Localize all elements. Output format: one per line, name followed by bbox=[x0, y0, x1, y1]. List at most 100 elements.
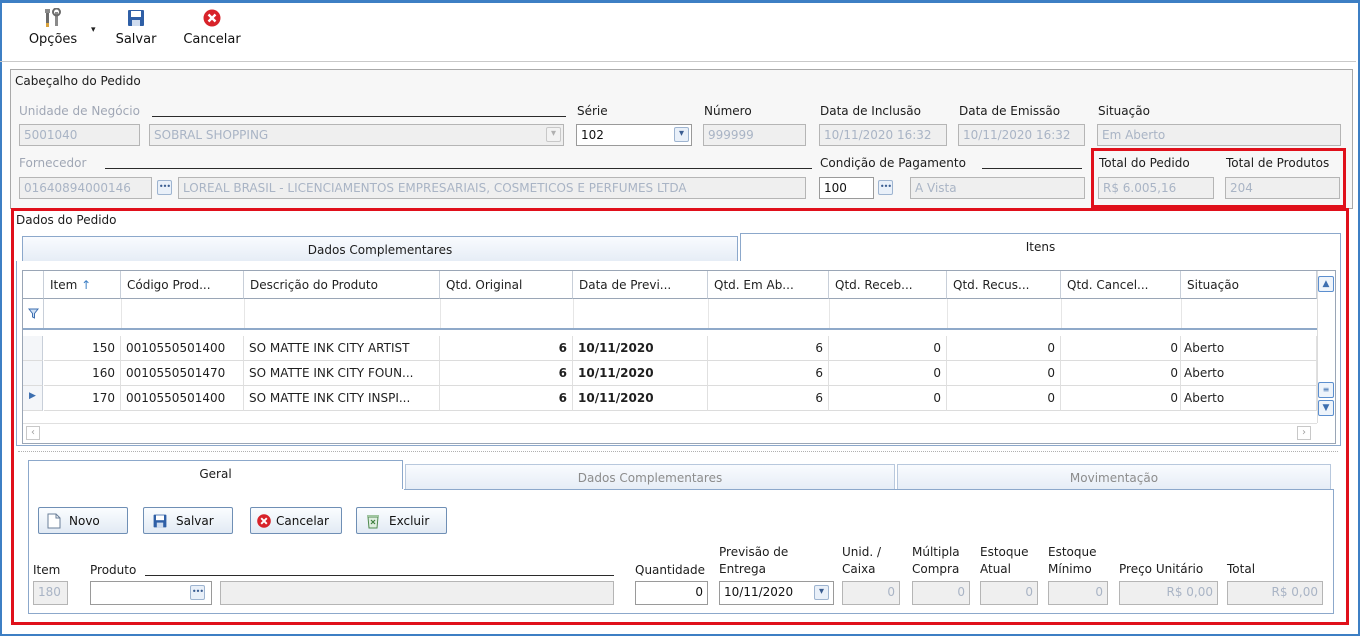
filter-cell bbox=[23, 299, 44, 328]
cancel-item-button[interactable]: Cancelar bbox=[250, 507, 342, 534]
unit-price-field[interactable]: R$ 0,00 bbox=[1119, 581, 1218, 605]
chevron-down-icon[interactable]: ▾ bbox=[546, 127, 561, 142]
cell-open-qty: 6 bbox=[708, 361, 829, 386]
cancel-toolbar-button[interactable]: Cancelar bbox=[173, 8, 251, 58]
save-item-button[interactable]: Salvar bbox=[143, 507, 233, 534]
stock-label-line2: Atual bbox=[980, 562, 1011, 576]
number-field[interactable]: 999999 bbox=[703, 124, 806, 146]
scroll-left-icon[interactable]: ‹ bbox=[26, 426, 40, 440]
tab-dados-complementares[interactable]: Dados Complementares bbox=[22, 236, 738, 262]
delete-item-label: Excluir bbox=[389, 514, 430, 528]
unit-box-field[interactable]: 0 bbox=[842, 581, 900, 605]
red-x-circle-icon bbox=[203, 9, 221, 27]
cell-received-qty: 0 bbox=[829, 336, 947, 361]
options-button[interactable]: Opções bbox=[24, 8, 82, 58]
scroll-thumb-icon[interactable]: ≡ bbox=[1318, 382, 1334, 398]
column-header-forecast-date[interactable]: Data de Previ... bbox=[573, 271, 708, 299]
row-selector[interactable] bbox=[23, 361, 43, 386]
supplier-code-field[interactable]: 01640894000146 bbox=[19, 177, 152, 199]
save-label: Salvar bbox=[115, 32, 157, 47]
horizontal-scrollbar[interactable]: ‹ › bbox=[23, 423, 1317, 443]
splitter[interactable] bbox=[18, 451, 1338, 453]
emission-date-field[interactable]: 10/11/2020 16:32 bbox=[958, 124, 1085, 146]
filter-row[interactable] bbox=[23, 299, 1317, 330]
products-total-field[interactable]: 204 bbox=[1225, 177, 1340, 199]
new-item-button[interactable]: Novo bbox=[38, 507, 128, 534]
cell-description: SO MATTE INK CITY FOUN... bbox=[244, 361, 440, 386]
ellipsis-icon[interactable]: ••• bbox=[878, 180, 893, 195]
column-header-status[interactable]: Situação bbox=[1181, 271, 1317, 299]
item-number-field[interactable]: 180 bbox=[33, 581, 68, 605]
payment-condition-label: Condição de Pagamento bbox=[820, 156, 966, 170]
filter-divider bbox=[121, 299, 122, 328]
tab-item-dados-complementares[interactable]: Dados Complementares bbox=[405, 464, 895, 490]
cell-status: Aberto bbox=[1181, 386, 1317, 411]
row-selector[interactable] bbox=[23, 336, 43, 361]
chevron-down-icon[interactable]: ▾ bbox=[674, 127, 689, 142]
table-row[interactable]: 160 0010550501470 SO MATTE INK CITY FOUN… bbox=[23, 361, 1317, 386]
filter-icon[interactable] bbox=[28, 308, 39, 319]
inclusion-date-field[interactable]: 10/11/2020 16:32 bbox=[819, 124, 947, 146]
red-x-circle-icon bbox=[257, 514, 271, 528]
supplier-name-field[interactable]: LOREAL BRASIL - LICENCIAMENTOS EMPRESARI… bbox=[178, 177, 806, 199]
scroll-up-icon[interactable]: ▲ bbox=[1318, 276, 1334, 292]
min-stock-label-line2: Mínimo bbox=[1048, 562, 1092, 576]
tab-geral[interactable]: Geral bbox=[28, 460, 403, 490]
column-header-code[interactable]: Código Prod... bbox=[121, 271, 244, 299]
total-field[interactable]: R$ 0,00 bbox=[1227, 581, 1323, 605]
options-dropdown-arrow[interactable]: ▾ bbox=[91, 25, 96, 35]
number-label: Número bbox=[704, 104, 752, 118]
business-unit-underline bbox=[152, 116, 566, 117]
payment-name-field[interactable]: A Vista bbox=[910, 177, 1085, 199]
order-total-label: Total do Pedido bbox=[1099, 156, 1190, 170]
business-unit-name-field[interactable]: SOBRAL SHOPPING bbox=[149, 124, 564, 146]
supplier-label: Fornecedor bbox=[19, 156, 87, 170]
column-header-received-qty[interactable]: Qtd. Receb... bbox=[829, 271, 947, 299]
tab-itens[interactable]: Itens bbox=[740, 233, 1341, 262]
stock-field[interactable]: 0 bbox=[980, 581, 1038, 605]
column-header-cancelled-qty[interactable]: Qtd. Cancel... bbox=[1061, 271, 1181, 299]
row-selector[interactable]: ▶ bbox=[23, 386, 43, 411]
status-field[interactable]: Em Aberto bbox=[1097, 124, 1341, 146]
payment-code-field[interactable]: 100 bbox=[819, 177, 874, 199]
order-total-field[interactable]: R$ 6.005,16 bbox=[1098, 177, 1214, 199]
scroll-down-icon[interactable]: ▼ bbox=[1318, 400, 1334, 416]
options-label: Opções bbox=[28, 32, 78, 47]
multiple-field[interactable]: 0 bbox=[912, 581, 970, 605]
ellipsis-icon[interactable]: ••• bbox=[157, 180, 172, 195]
filter-divider bbox=[947, 299, 948, 328]
business-unit-label: Unidade de Negócio bbox=[19, 104, 140, 118]
cell-refused-qty: 0 bbox=[947, 361, 1061, 386]
column-header-item[interactable]: Item ↑ bbox=[44, 271, 121, 299]
cell-code: 0010550501400 bbox=[121, 336, 244, 361]
save-toolbar-button[interactable]: Salvar bbox=[112, 8, 160, 58]
quantity-input[interactable]: 0 bbox=[635, 581, 708, 605]
save-item-label: Salvar bbox=[176, 514, 214, 528]
table-row[interactable]: ▶ 170 0010550501400 SO MATTE INK CITY IN… bbox=[23, 386, 1317, 411]
column-header-refused-qty[interactable]: Qtd. Recus... bbox=[947, 271, 1061, 299]
recycle-bin-icon bbox=[367, 515, 379, 529]
cell-code: 0010550501470 bbox=[121, 361, 244, 386]
min-stock-label-line1: Estoque bbox=[1048, 545, 1097, 559]
scroll-right-icon[interactable]: › bbox=[1297, 426, 1311, 440]
forecast-label-line2: Entrega bbox=[719, 562, 766, 576]
floppy-disk-icon bbox=[153, 514, 167, 528]
cell-status: Aberto bbox=[1181, 361, 1317, 386]
chevron-down-icon[interactable]: ▾ bbox=[814, 585, 829, 600]
inclusion-date-label: Data de Inclusão bbox=[820, 104, 921, 118]
cell-open-qty: 6 bbox=[708, 386, 829, 411]
vertical-scrollbar[interactable]: ▲ ≡ ▼ bbox=[1317, 271, 1335, 423]
column-header-open-qty[interactable]: Qtd. Em Ab... bbox=[708, 271, 829, 299]
min-stock-field[interactable]: 0 bbox=[1048, 581, 1108, 605]
business-unit-code-field[interactable]: 5001040 bbox=[19, 124, 140, 146]
column-header-description[interactable]: Descrição do Produto bbox=[244, 271, 440, 299]
product-description-field[interactable] bbox=[220, 581, 614, 605]
status-label: Situação bbox=[1098, 104, 1150, 118]
ellipsis-icon[interactable]: ••• bbox=[190, 585, 205, 600]
column-header-original-qty[interactable]: Qtd. Original bbox=[440, 271, 573, 299]
delete-item-button[interactable]: Excluir bbox=[356, 507, 447, 534]
tab-movimentacao[interactable]: Movimentação bbox=[897, 464, 1331, 490]
filter-divider bbox=[440, 299, 441, 328]
cell-original-qty: 6 bbox=[440, 361, 573, 386]
table-row[interactable]: 150 0010550501400 SO MATTE INK CITY ARTI… bbox=[23, 336, 1317, 361]
